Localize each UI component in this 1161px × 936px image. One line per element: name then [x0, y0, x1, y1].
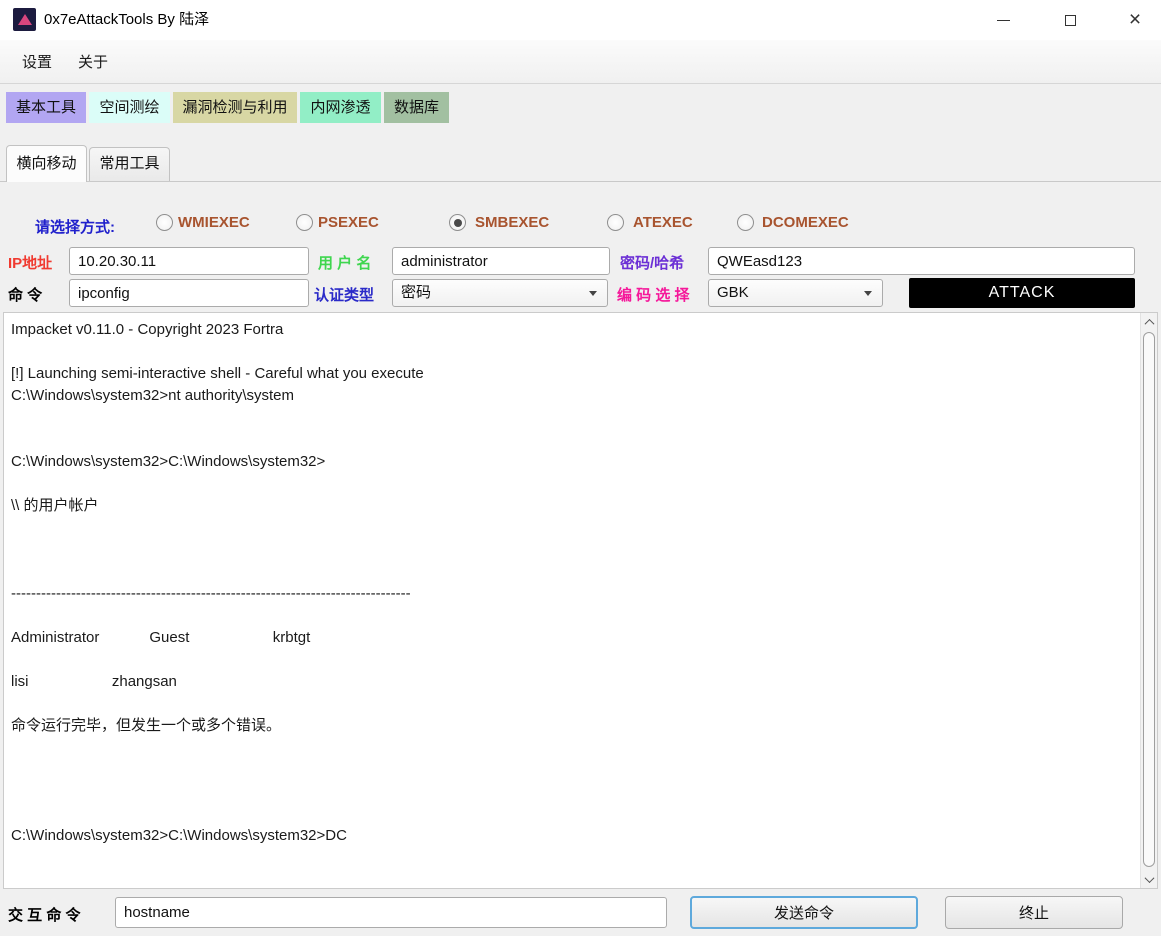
minimize-button[interactable]	[980, 0, 1026, 40]
app-window: 0x7eAttackTools By 陆泽 × 设置 关于 基本工具 空间测绘 …	[0, 0, 1161, 936]
close-icon: ×	[1129, 10, 1141, 30]
send-command-button[interactable]: 发送命令	[690, 896, 918, 929]
app-logo-icon	[13, 8, 36, 31]
output-console: Impacket v0.11.0 - Copyright 2023 Fortra…	[3, 312, 1158, 889]
terminate-button[interactable]: 终止	[945, 896, 1123, 929]
command-label: 命 令	[8, 284, 42, 305]
interactive-command-input[interactable]	[115, 897, 667, 928]
radio-smbexec[interactable]	[449, 214, 466, 231]
output-scrollbar[interactable]	[1140, 313, 1157, 888]
sub-tab-divider	[0, 181, 1161, 182]
scroll-up-button[interactable]	[1141, 314, 1157, 330]
encoding-value: GBK	[717, 284, 749, 301]
radio-psexec[interactable]	[296, 214, 313, 231]
tab-vuln-detect-exploit[interactable]: 漏洞检测与利用	[173, 92, 297, 123]
radio-atexec[interactable]	[607, 214, 624, 231]
scroll-down-button[interactable]	[1141, 871, 1157, 887]
menu-item-settings[interactable]: 设置	[22, 51, 52, 72]
password-label: 密码/哈希	[620, 252, 684, 273]
chevron-down-icon	[864, 291, 872, 296]
tab-space-mapping[interactable]: 空间测绘	[89, 92, 170, 123]
auth-type-select[interactable]: 密码	[392, 279, 608, 307]
category-tab-bar: 基本工具 空间测绘 漏洞检测与利用 内网渗透 数据库	[6, 92, 449, 123]
maximize-button[interactable]	[1047, 0, 1093, 40]
title-bar: 0x7eAttackTools By 陆泽 ×	[0, 0, 1161, 40]
tab-database[interactable]: 数据库	[384, 92, 449, 123]
close-button[interactable]: ×	[1112, 0, 1158, 40]
maximize-icon	[1065, 15, 1076, 26]
tab-common-tools[interactable]: 常用工具	[89, 147, 170, 181]
command-input[interactable]	[69, 279, 309, 307]
encoding-select[interactable]: GBK	[708, 279, 883, 307]
username-label: 用 户 名	[318, 252, 371, 273]
window-title: 0x7eAttackTools By 陆泽	[44, 0, 209, 40]
encoding-label: 编 码 选 择	[617, 284, 690, 305]
radio-dcomexec-label[interactable]: DCOMEXEC	[762, 214, 849, 231]
ip-input[interactable]	[69, 247, 309, 275]
chevron-down-icon	[589, 291, 597, 296]
menu-item-about[interactable]: 关于	[78, 51, 108, 72]
interactive-command-label: 交 互 命 令	[8, 904, 81, 925]
ip-label: IP地址	[8, 252, 52, 273]
console-output-text: Impacket v0.11.0 - Copyright 2023 Fortra…	[4, 313, 1139, 888]
auth-type-value: 密码	[401, 284, 431, 301]
chevron-up-icon	[1144, 318, 1154, 328]
attack-button[interactable]: ATTACK	[909, 278, 1135, 308]
tab-intranet-pentest[interactable]: 内网渗透	[300, 92, 381, 123]
auth-type-label: 认证类型	[314, 284, 374, 305]
radio-psexec-label[interactable]: PSEXEC	[318, 214, 379, 231]
radio-atexec-label[interactable]: ATEXEC	[633, 214, 693, 231]
tab-lateral-movement[interactable]: 横向移动	[6, 145, 87, 182]
radio-smbexec-label[interactable]: SMBEXEC	[475, 214, 549, 231]
tab-basic-tools[interactable]: 基本工具	[6, 92, 86, 123]
radio-wmiexec[interactable]	[156, 214, 173, 231]
radio-dcomexec[interactable]	[737, 214, 754, 231]
scrollbar-thumb[interactable]	[1143, 332, 1155, 867]
chevron-down-icon	[1144, 873, 1154, 883]
minimize-icon	[997, 20, 1010, 21]
password-input[interactable]	[708, 247, 1135, 275]
menu-bar: 设置 关于	[0, 40, 1161, 84]
radio-wmiexec-label[interactable]: WMIEXEC	[178, 214, 250, 231]
method-selector-label: 请选择方式:	[35, 216, 115, 237]
username-input[interactable]	[392, 247, 610, 275]
